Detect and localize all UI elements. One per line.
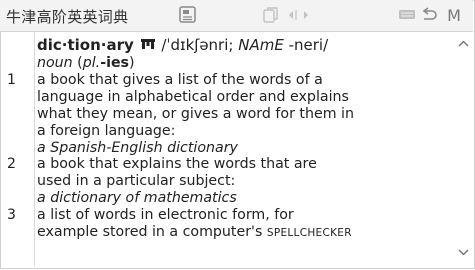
sense-number: 2 bbox=[7, 156, 16, 173]
example: a dictionary of mathematics bbox=[37, 190, 237, 207]
definition-line: a book that explains the words that are bbox=[37, 156, 317, 173]
sense-1: 1 a book that gives a list of the words … bbox=[1, 72, 447, 157]
plural-label: pl. bbox=[82, 55, 101, 71]
pronunciation-uk: /ˈdɪkʃənri; bbox=[161, 36, 234, 54]
dictionary-entry: dic·tion·ary /ˈdɪkʃənri; NAmE -neri/ nou… bbox=[7, 36, 447, 242]
entry-headline: dic·tion·ary /ˈdɪkʃənri; NAmE -neri/ bbox=[37, 36, 447, 55]
oxford-3000-key-icon bbox=[140, 39, 155, 49]
toolbar: 牛津高阶英英词典 M bbox=[0, 0, 473, 32]
app-title: 牛津高阶英英词典 bbox=[6, 8, 129, 26]
copy-icon[interactable] bbox=[262, 5, 280, 25]
pronunciation-us: -neri/ bbox=[288, 36, 329, 54]
history-forward-icon[interactable] bbox=[299, 5, 313, 25]
example: a Spanish-English dictionary bbox=[37, 139, 238, 156]
scroll-up-arrow bbox=[458, 40, 469, 47]
sense-number: 3 bbox=[7, 207, 16, 224]
definition-line: used in a particular subject: bbox=[37, 173, 236, 190]
menu-icon[interactable]: M bbox=[444, 5, 464, 25]
sense-number: 1 bbox=[7, 71, 16, 88]
part-of-speech: noun bbox=[37, 55, 73, 71]
headword: dic·tion·ary bbox=[37, 36, 134, 54]
definition-text: example stored in a computer's bbox=[37, 224, 263, 241]
plural-form: -ies bbox=[100, 55, 130, 71]
bookmark-icon[interactable] bbox=[177, 5, 199, 25]
pronunciation-us-label: NAmE bbox=[238, 36, 284, 54]
sense-2: 2 a book that explains the words that ar… bbox=[1, 156, 447, 207]
definition-line: a book that gives a list of the words of… bbox=[37, 71, 323, 88]
cross-reference-link[interactable]: SPELLCHECKER bbox=[267, 227, 352, 239]
definition-line: example stored in a computer's SPELLCHEC… bbox=[37, 224, 447, 242]
definition-line: language in alphabetical order and expla… bbox=[37, 88, 349, 105]
definition-line: a foreign language: bbox=[37, 122, 176, 139]
scroll-down-arrow bbox=[458, 249, 469, 256]
back-arrow-icon[interactable] bbox=[419, 5, 439, 25]
sense-3: 3 a list of words in electronic form, fo… bbox=[1, 207, 447, 242]
keyboard-icon[interactable] bbox=[397, 5, 417, 25]
definition-line: a list of words in electronic form, for bbox=[37, 207, 294, 224]
definition-line: what they mean, or gives a word for them… bbox=[37, 105, 354, 122]
scrollbar[interactable] bbox=[455, 32, 472, 266]
entry-grammar: noun (pl.-ies) bbox=[37, 55, 447, 72]
plural-label-close: ) bbox=[129, 55, 135, 71]
